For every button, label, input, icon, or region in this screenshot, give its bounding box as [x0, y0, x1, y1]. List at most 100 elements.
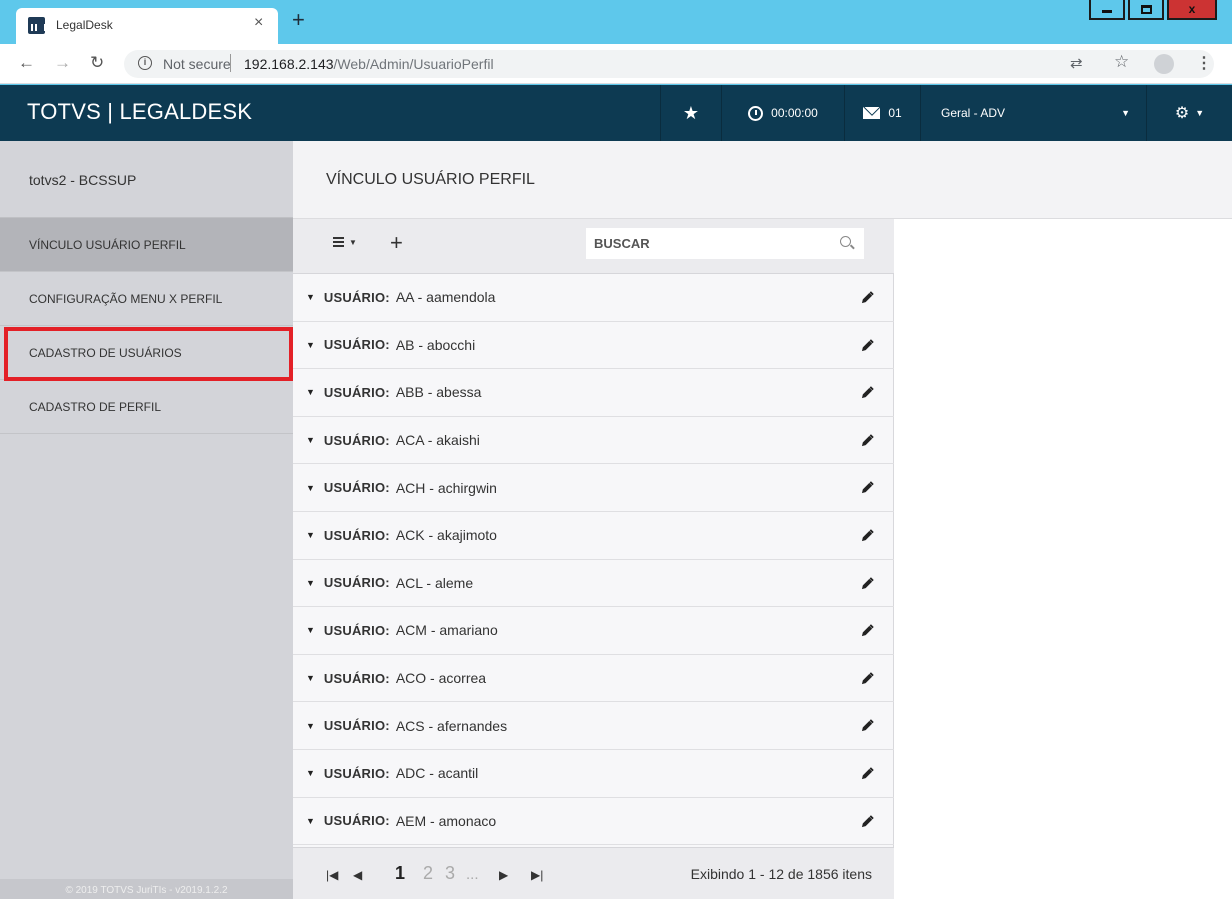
browser-titlebar: LegalDesk × + x	[0, 0, 1232, 44]
list-panel: ▼ + ▼ USUÁRIO: AA - aamendola ▼ USUÁRIO:…	[293, 219, 894, 899]
search-icon[interactable]	[840, 236, 851, 247]
prev-page-icon[interactable]: ◀	[353, 868, 362, 882]
expand-caret-icon[interactable]: ▼	[306, 673, 315, 683]
bookmark-star-icon[interactable]: ☆	[1114, 52, 1129, 72]
info-icon[interactable]: i	[138, 56, 152, 70]
expand-caret-icon[interactable]: ▼	[306, 768, 315, 778]
sidebar-footer: © 2019 TOTVS JuriTIs - v2019.1.2.2	[0, 879, 293, 899]
expand-caret-icon[interactable]: ▼	[306, 625, 315, 635]
list-item[interactable]: ▼ USUÁRIO: ACK - akajimoto	[293, 512, 894, 560]
sidebar-user: totvs2 - BCSSUP	[0, 141, 293, 218]
translate-icon[interactable]: ⇄	[1070, 54, 1083, 72]
tab-close-icon[interactable]: ×	[254, 14, 263, 32]
edit-pencil-icon[interactable]	[861, 338, 874, 352]
page-ellipsis[interactable]: ...	[466, 866, 479, 883]
expand-caret-icon[interactable]: ▼	[306, 387, 315, 397]
context-dropdown[interactable]: Geral - ADV ▼	[920, 85, 1146, 141]
expand-caret-icon[interactable]: ▼	[306, 816, 315, 826]
not-secure-label: Not secure	[163, 56, 231, 72]
favorites-button[interactable]: ★	[660, 85, 721, 141]
context-label: Geral - ADV	[941, 106, 1006, 120]
edit-pencil-icon[interactable]	[861, 481, 874, 494]
top-navbar: TOTVS | LEGALDESK ★ 00:00:00 01 Geral - …	[0, 85, 1232, 141]
row-label: USUÁRIO:	[323, 384, 390, 400]
list-item[interactable]: ▼ USUÁRIO: AB - abocchi	[293, 322, 894, 370]
caret-down-icon: ▼	[1121, 108, 1130, 118]
list-item[interactable]: ▼ USUÁRIO: ACH - achirgwin	[293, 464, 894, 512]
sidebar-item-configuracao-menu-perfil[interactable]: CONFIGURAÇÃO MENU X PERFIL	[0, 272, 293, 326]
page-title: VÍNCULO USUÁRIO PERFIL	[326, 171, 535, 188]
address-bar[interactable]: i Not secure 192.168.2.143/Web/Admin/Usu…	[124, 50, 1214, 78]
url-separator	[230, 54, 231, 72]
edit-pencil-icon[interactable]	[861, 576, 874, 590]
caret-down-icon: ▼	[1195, 108, 1205, 118]
list-item[interactable]: ▼ USUÁRIO: ADC - acantil	[293, 750, 894, 798]
list-item[interactable]: ▼ USUÁRIO: ACA - akaishi	[293, 417, 894, 465]
expand-caret-icon[interactable]: ▼	[306, 340, 315, 350]
row-value: AEM - amonaco	[395, 812, 497, 829]
list-item[interactable]: ▼ USUÁRIO: ACO - acorrea	[293, 655, 894, 703]
list-item[interactable]: ▼ USUÁRIO: ACS - afernandes	[293, 702, 894, 750]
row-label: USUÁRIO:	[323, 432, 390, 448]
list-item[interactable]: ▼ USUÁRIO: ABB - abessa	[293, 369, 894, 417]
row-value: AB - abocchi	[395, 336, 476, 353]
page-number[interactable]: 3	[445, 863, 455, 884]
edit-pencil-icon[interactable]	[861, 386, 874, 399]
expand-caret-icon[interactable]: ▼	[306, 292, 315, 302]
next-page-icon[interactable]: ▶	[499, 868, 508, 882]
last-page-icon[interactable]: ▶|	[531, 868, 543, 882]
url-host: 192.168.2.143	[244, 56, 334, 72]
edit-pencil-icon[interactable]	[861, 672, 874, 685]
back-arrow-icon[interactable]: ←	[18, 53, 35, 73]
row-value: AA - aamendola	[395, 289, 496, 306]
expand-caret-icon[interactable]: ▼	[306, 721, 315, 731]
edit-pencil-icon[interactable]	[861, 624, 874, 637]
settings-dropdown[interactable]: ⚙ ▼	[1146, 85, 1232, 141]
list-item[interactable]: ▼ USUÁRIO: ACL - aleme	[293, 560, 894, 608]
tab-title: LegalDesk	[56, 18, 113, 32]
edit-pencil-icon[interactable]	[861, 814, 874, 828]
reload-icon[interactable]: ↻	[90, 53, 104, 73]
url-text: 192.168.2.143/Web/Admin/UsuarioPerfil	[244, 56, 494, 72]
browser-tab[interactable]: LegalDesk ×	[16, 8, 278, 44]
forward-arrow-icon[interactable]: →	[54, 53, 71, 73]
messages-button[interactable]: 01	[844, 85, 920, 141]
new-tab-button[interactable]: +	[292, 9, 305, 31]
brand-logo[interactable]: TOTVS | LEGALDESK	[27, 99, 252, 125]
minimize-button[interactable]	[1089, 0, 1125, 20]
row-label: USUÁRIO:	[323, 718, 390, 734]
expand-caret-icon[interactable]: ▼	[306, 435, 315, 445]
sidebar-item-vinculo-usuario-perfil[interactable]: VÍNCULO USUÁRIO PERFIL	[0, 218, 293, 272]
maximize-button[interactable]	[1128, 0, 1164, 20]
list-item[interactable]: ▼ USUÁRIO: AEM - amonaco	[293, 798, 894, 846]
expand-caret-icon[interactable]: ▼	[306, 483, 315, 493]
expand-caret-icon[interactable]: ▼	[306, 578, 315, 588]
window-close-button[interactable]: x	[1167, 0, 1217, 20]
timer-button[interactable]: 00:00:00	[721, 85, 844, 141]
browser-toolbar: ← → ↻ i Not secure 192.168.2.143/Web/Adm…	[0, 44, 1232, 84]
view-options-button[interactable]: ▼	[333, 237, 357, 247]
messages-count: 01	[888, 106, 902, 120]
add-button[interactable]: +	[390, 232, 403, 254]
edit-pencil-icon[interactable]	[861, 529, 874, 542]
row-value: ADC - acantil	[395, 765, 479, 782]
edit-pencil-icon[interactable]	[861, 291, 874, 304]
maximize-icon	[1140, 4, 1152, 14]
profile-avatar-icon[interactable]	[1154, 54, 1174, 74]
edit-pencil-icon[interactable]	[861, 767, 874, 780]
list-item[interactable]: ▼ USUÁRIO: AA - aamendola	[293, 274, 894, 322]
first-page-icon[interactable]: |◀	[326, 868, 338, 882]
page-number[interactable]: 2	[423, 863, 433, 884]
page-number[interactable]: 1	[395, 863, 405, 884]
row-value: ACO - acorrea	[395, 670, 487, 687]
detail-area	[894, 219, 1232, 899]
edit-pencil-icon[interactable]	[861, 434, 874, 447]
expand-caret-icon[interactable]: ▼	[306, 530, 315, 540]
window-controls: x	[1089, 0, 1217, 20]
sidebar-item-cadastro-perfil[interactable]: CADASTRO DE PERFIL	[0, 380, 293, 434]
browser-menu-icon[interactable]: ⋮	[1196, 53, 1212, 73]
highlight-box	[4, 327, 293, 381]
list-item[interactable]: ▼ USUÁRIO: ACM - amariano	[293, 607, 894, 655]
search-input[interactable]	[586, 228, 826, 259]
edit-pencil-icon[interactable]	[861, 719, 874, 732]
